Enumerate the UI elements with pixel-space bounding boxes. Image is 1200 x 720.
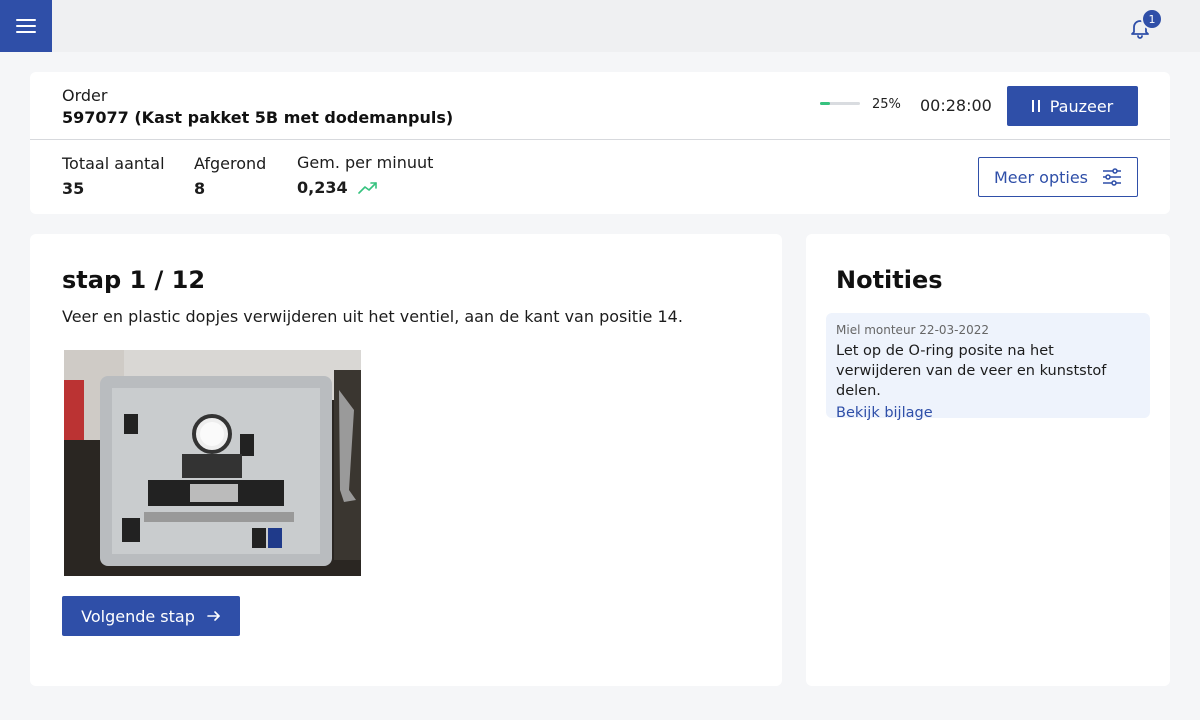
next-step-label: Volgende stap: [81, 606, 195, 626]
stat-total: Totaal aantal 35: [62, 154, 165, 198]
stat-completed-label: Afgerond: [194, 154, 267, 173]
arrow-right-icon: [207, 611, 220, 621]
stat-completed: Afgerond 8: [194, 154, 266, 198]
menu-icon: [16, 18, 36, 34]
pause-icon: [1031, 100, 1040, 112]
notification-badge: 1: [1141, 8, 1163, 30]
menu-button[interactable]: [0, 0, 52, 52]
step-card: stap 1 / 12 Veer en plastic dopjes verwi…: [30, 234, 782, 686]
view-attachment-link[interactable]: Bekijk bijlage: [836, 405, 933, 421]
more-options-label: Meer opties: [994, 167, 1088, 187]
note-text: Let op de O-ring posite na het verwijder…: [836, 343, 1107, 399]
stat-rate-label: Gem. per minuut: [297, 153, 434, 172]
progress-bar: [820, 102, 860, 105]
pause-button-label: Pauzeer: [1049, 96, 1114, 116]
divider: [30, 139, 1170, 140]
pause-button[interactable]: Pauzeer: [1007, 86, 1138, 126]
next-step-button[interactable]: Volgende stap: [62, 596, 240, 636]
stat-total-label: Totaal aantal: [62, 154, 165, 173]
step-title: stap 1 / 12: [62, 266, 206, 294]
step-photo: [64, 350, 361, 576]
order-label: Order: [62, 86, 108, 105]
order-card: Order 597077 (Kast pakket 5B met dodeman…: [30, 72, 1170, 214]
note-meta: Miel monteur 22-03-2022: [836, 323, 990, 337]
stat-total-value: 35: [62, 179, 85, 198]
stat-completed-value: 8: [194, 179, 206, 198]
trending-up-icon: [357, 181, 377, 194]
notes-title: Notities: [836, 266, 943, 294]
note-item: Miel monteur 22-03-2022 Let op de O-ring…: [826, 313, 1150, 421]
more-options-button[interactable]: Meer opties: [978, 157, 1138, 197]
step-description: Veer en plastic dopjes verwijderen uit h…: [62, 307, 683, 326]
top-bar: 1: [0, 0, 1200, 52]
stat-rate: Gem. per minuut 0,234: [297, 153, 433, 197]
progress-percent: 25%: [872, 97, 901, 112]
stat-rate-value: 0,234: [297, 178, 348, 197]
timer: 00:28:00: [920, 96, 992, 115]
notes-card: Notities Miel monteur 22-03-2022 Let op …: [806, 234, 1170, 686]
order-title: 597077 (Kast pakket 5B met dodemanpuls): [62, 108, 454, 127]
sliders-icon: [1103, 168, 1121, 186]
progress-bar-fill: [820, 102, 830, 105]
